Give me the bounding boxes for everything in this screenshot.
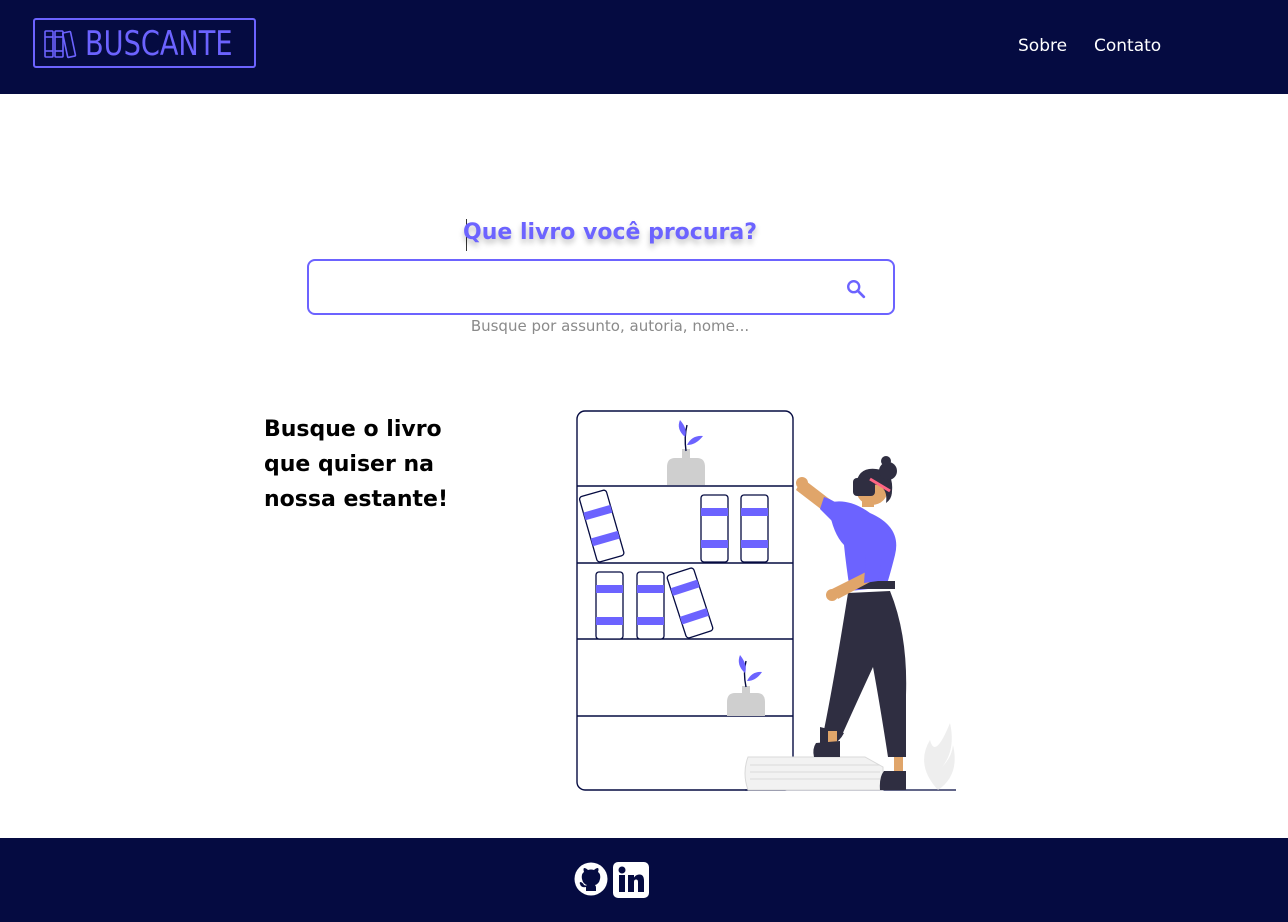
header: BUSCANTE Sobre Contato xyxy=(0,0,1288,94)
footer xyxy=(0,838,1288,922)
logo[interactable]: BUSCANTE xyxy=(33,18,256,68)
hero-tagline: Busque o livro que quiser na nossa estan… xyxy=(264,417,448,512)
nav-link-sobre[interactable]: Sobre xyxy=(1018,36,1067,56)
logo-text: BUSCANTE xyxy=(85,24,233,64)
search-heading: Que livro você procura? xyxy=(463,220,757,245)
books-icon xyxy=(44,30,77,59)
github-icon[interactable] xyxy=(574,862,608,896)
bookshelf-illustration xyxy=(576,410,956,791)
search-hint: Busque por assunto, autoria, nome... xyxy=(470,317,750,335)
search-input[interactable] xyxy=(319,269,823,307)
nav-link-contato[interactable]: Contato xyxy=(1094,36,1161,56)
search-box xyxy=(307,259,895,315)
search-icon[interactable] xyxy=(845,278,867,300)
linkedin-icon[interactable] xyxy=(613,862,649,898)
